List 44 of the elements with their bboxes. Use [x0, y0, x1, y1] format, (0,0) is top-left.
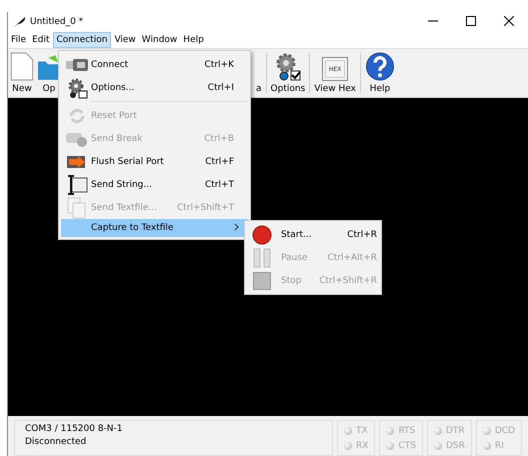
- menu-entry[interactable]: Start... Ctrl+R: [247, 223, 379, 246]
- led-label: CTS: [398, 440, 416, 450]
- toolbar-button[interactable]: Options: [268, 50, 308, 96]
- led-label: DTR: [446, 426, 465, 436]
- led-label: RI: [494, 440, 504, 450]
- gear-icon: [66, 76, 88, 98]
- toolbar-button[interactable]: New: [8, 50, 36, 96]
- window-title: Untitled_0 *: [30, 17, 84, 27]
- close-icon: [504, 16, 514, 26]
- status-text: Disconnected: [25, 437, 88, 447]
- toolbar-button[interactable]: Help: [362, 50, 397, 96]
- folder-icon: [38, 54, 60, 81]
- help-icon: [364, 52, 395, 81]
- pause-icon: [253, 248, 271, 268]
- quill-icon: [14, 17, 26, 27]
- record-icon: [252, 224, 272, 244]
- toolbar-button[interactable]: a: [254, 50, 264, 96]
- menu-entry[interactable]: Flush Serial Port Ctrl+F: [61, 150, 248, 173]
- led-label: DCD: [494, 426, 515, 436]
- chevron-right-icon: [234, 222, 239, 230]
- menu-item[interactable]: Edit: [29, 32, 52, 48]
- status-text: COM3 / 115200 8-N-1: [25, 424, 124, 434]
- toolbar-button[interactable]: Op: [36, 50, 62, 96]
- blank-page-icon: [10, 52, 34, 81]
- menu-entry[interactable]: Connect Ctrl+K: [61, 53, 248, 76]
- menu-entry[interactable]: Send String... Ctrl+T: [61, 173, 248, 196]
- documents-icon: [67, 196, 87, 218]
- menu-item[interactable]: Connection: [52, 32, 112, 48]
- led-label: TX: [356, 426, 368, 436]
- arrow-icon: [66, 154, 88, 170]
- led-label: DSR: [446, 440, 465, 450]
- menu-item[interactable]: Help: [180, 32, 207, 48]
- menu-item[interactable]: File: [8, 32, 30, 48]
- gears-icon: [274, 53, 302, 81]
- text-cursor-icon: [66, 174, 88, 196]
- menu-item[interactable]: View: [111, 32, 139, 48]
- led-label: RTS: [398, 426, 416, 436]
- plug-icon: [66, 58, 88, 72]
- maximize-icon: [466, 16, 476, 26]
- led-label: RX: [356, 440, 368, 450]
- menu-entry[interactable]: Options... Ctrl+I: [61, 76, 248, 99]
- stop-icon: [253, 272, 271, 290]
- menu-entry[interactable]: Capture to Textfile: [61, 219, 248, 237]
- menu-item[interactable]: Window: [138, 32, 180, 48]
